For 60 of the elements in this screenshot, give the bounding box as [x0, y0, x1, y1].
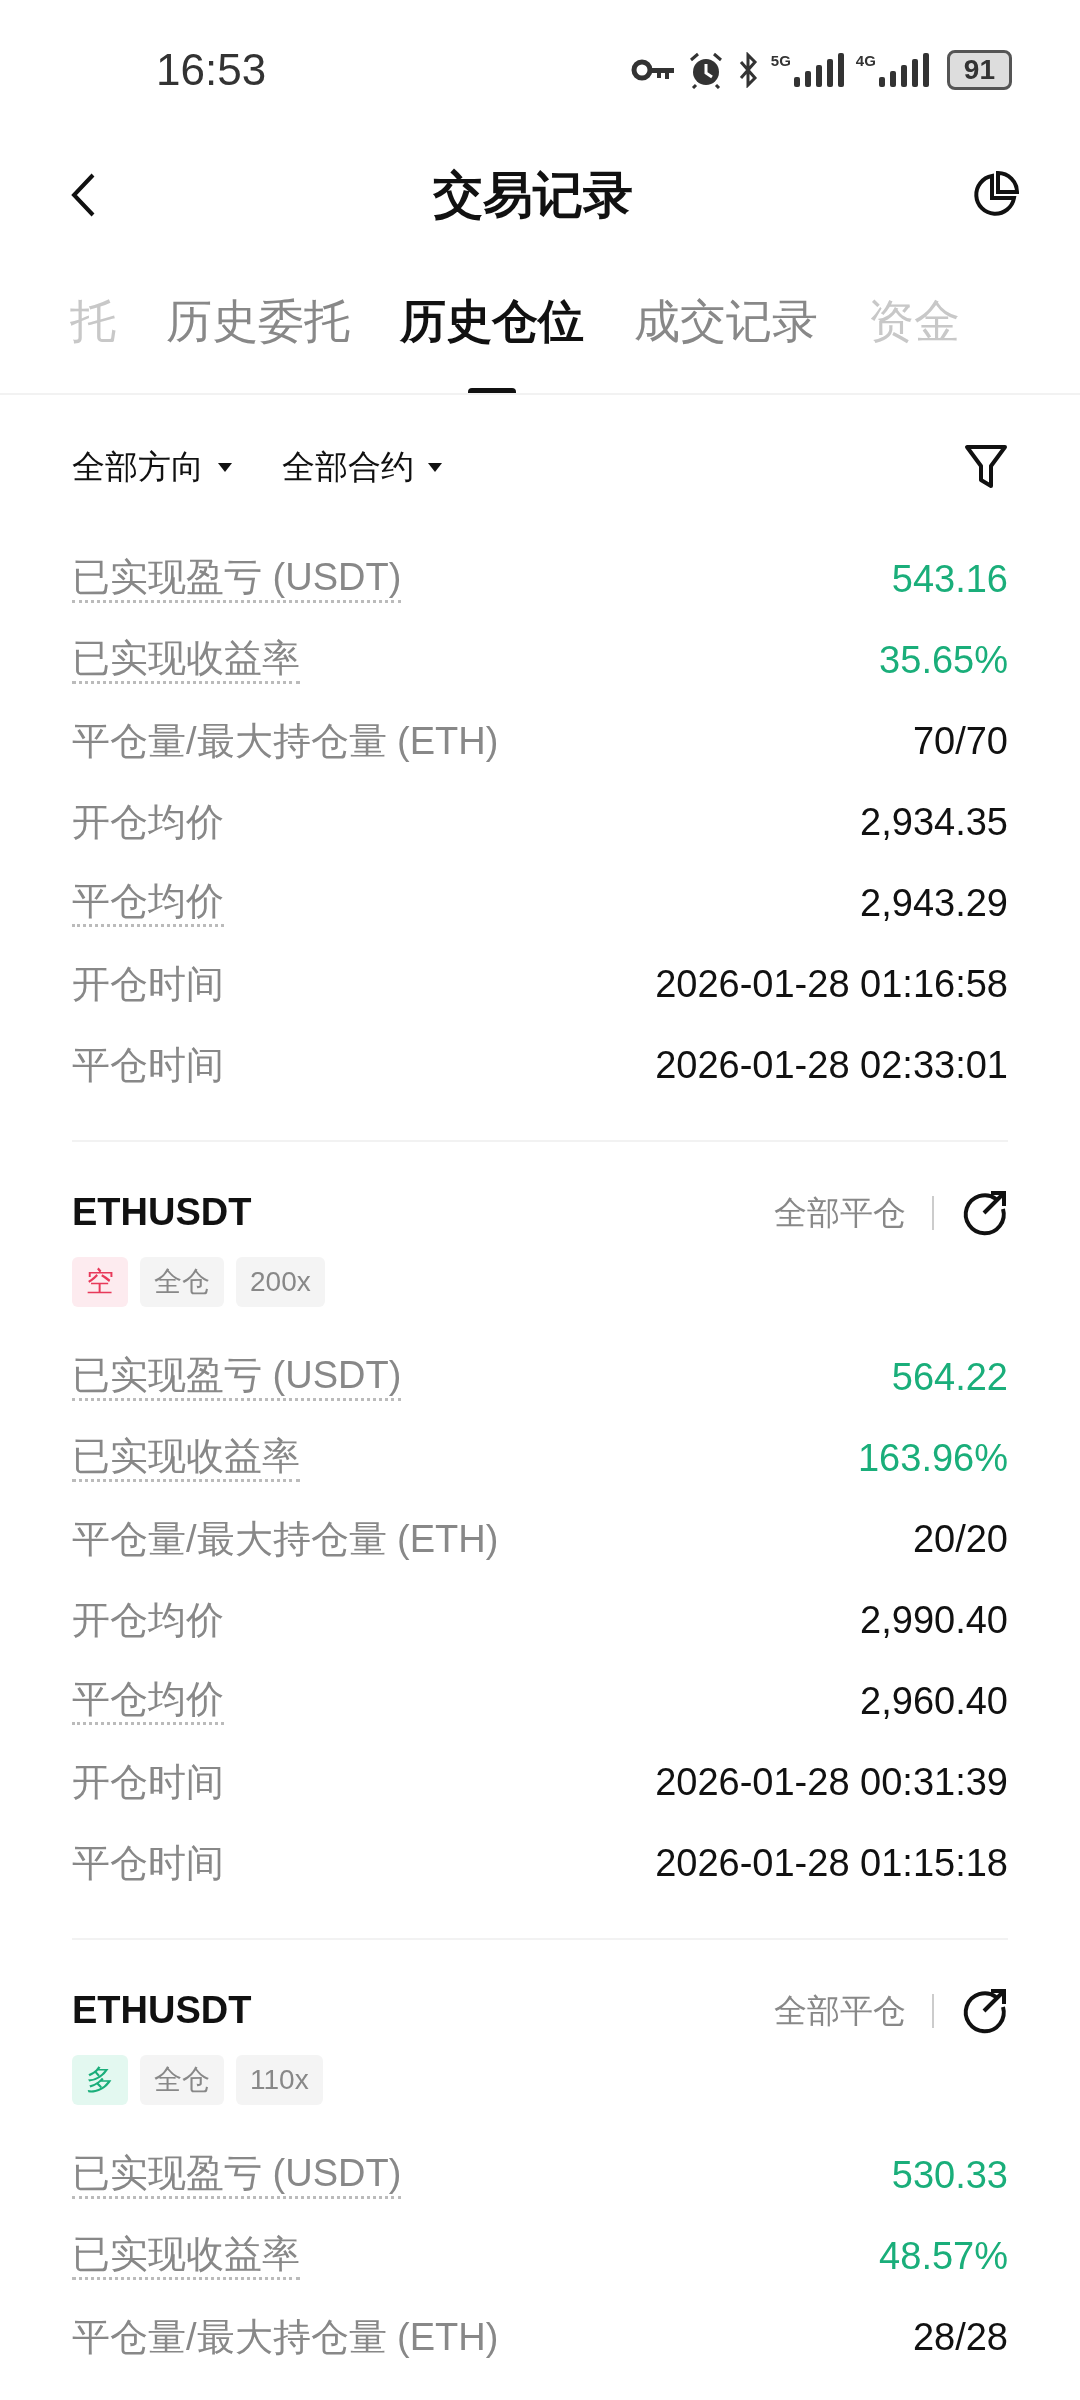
field-label: 已实现收益率 — [72, 637, 300, 684]
field-value: 543.16 — [891, 557, 1008, 602]
position-status: 全部平仓 — [774, 1990, 906, 2031]
position-status: 全部平仓 — [774, 1192, 906, 1233]
field-value: 35.65% — [879, 638, 1008, 683]
status-time: 16:53 — [156, 44, 267, 96]
field-value: 2,990.40 — [860, 1598, 1008, 1643]
field-label: 平仓量/最大持仓量 (ETH) — [72, 1517, 499, 1562]
side-tag: 空 — [72, 1257, 128, 1307]
tab[interactable]: 成交记录 — [634, 250, 818, 393]
field-value: 20/20 — [912, 1517, 1008, 1562]
filter-dropdown[interactable]: 全部合约 — [282, 442, 442, 492]
battery-indicator: 91 — [946, 50, 1012, 90]
filter-icon[interactable] — [964, 444, 1008, 490]
signal-icon — [878, 53, 929, 87]
field-value: 70/70 — [912, 719, 1008, 764]
signal-icon — [793, 53, 844, 87]
symbol-name: ETHUSDT — [72, 1988, 252, 2033]
field-label: 开仓时间 — [72, 1760, 224, 1805]
field-label: 平仓均价 — [72, 1678, 224, 1725]
field-value: 2026-01-28 01:16:58 — [655, 962, 1008, 1007]
field-label: 平仓量/最大持仓量 (ETH) — [72, 719, 499, 764]
filter-dropdown[interactable]: 全部方向 — [72, 442, 232, 492]
field-label: 平仓时间 — [72, 1043, 224, 1088]
field-label: 已实现盈亏 (USDT) — [72, 556, 402, 603]
field-label: 已实现盈亏 (USDT) — [72, 2152, 402, 2199]
field-value: 530.33 — [891, 2153, 1008, 2198]
tag: 110x — [236, 2055, 323, 2105]
field-value: 2026-01-28 01:15:18 — [655, 1841, 1008, 1886]
field-label: 已实现盈亏 (USDT) — [72, 1354, 402, 1401]
network-label: 5G — [770, 53, 791, 68]
field-value: 2,943.29 — [860, 881, 1008, 926]
field-value: 2,960.40 — [860, 1679, 1008, 1724]
caret-icon — [428, 462, 442, 472]
field-value: 2,934.35 — [860, 800, 1008, 845]
tag: 200x — [236, 1257, 325, 1307]
symbol-name: ETHUSDT — [72, 1190, 252, 1235]
field-value: 48.57% — [879, 2234, 1008, 2279]
field-label: 开仓均价 — [72, 1598, 224, 1643]
field-label: 平仓时间 — [72, 1841, 224, 1886]
tag: 全仓 — [140, 1257, 224, 1307]
field-value: 2026-01-28 02:33:01 — [655, 1043, 1008, 1088]
side-tag: 多 — [72, 2055, 128, 2105]
caret-icon — [218, 462, 232, 472]
field-label: 已实现收益率 — [72, 1435, 300, 1482]
field-label: 开仓均价 — [72, 800, 224, 845]
field-label: 平仓量/最大持仓量 (ETH) — [72, 2315, 499, 2360]
field-label: 平仓均价 — [72, 880, 224, 927]
tab[interactable]: 历史仓位 — [400, 250, 584, 393]
field-value: 163.96% — [858, 1436, 1008, 1481]
tag: 全仓 — [140, 2055, 224, 2105]
page-title: 交易记录 — [433, 165, 633, 225]
field-value: 28/28 — [912, 2315, 1008, 2360]
field-label: 已实现收益率 — [72, 2233, 300, 2280]
tab[interactable]: 历史委托 — [166, 250, 350, 393]
back-icon[interactable] — [70, 172, 96, 218]
field-label: 开仓时间 — [72, 962, 224, 1007]
field-value: 2026-01-28 00:31:39 — [655, 1760, 1008, 1805]
network-label: 4G — [855, 53, 876, 68]
field-value: 564.22 — [891, 1355, 1008, 1400]
